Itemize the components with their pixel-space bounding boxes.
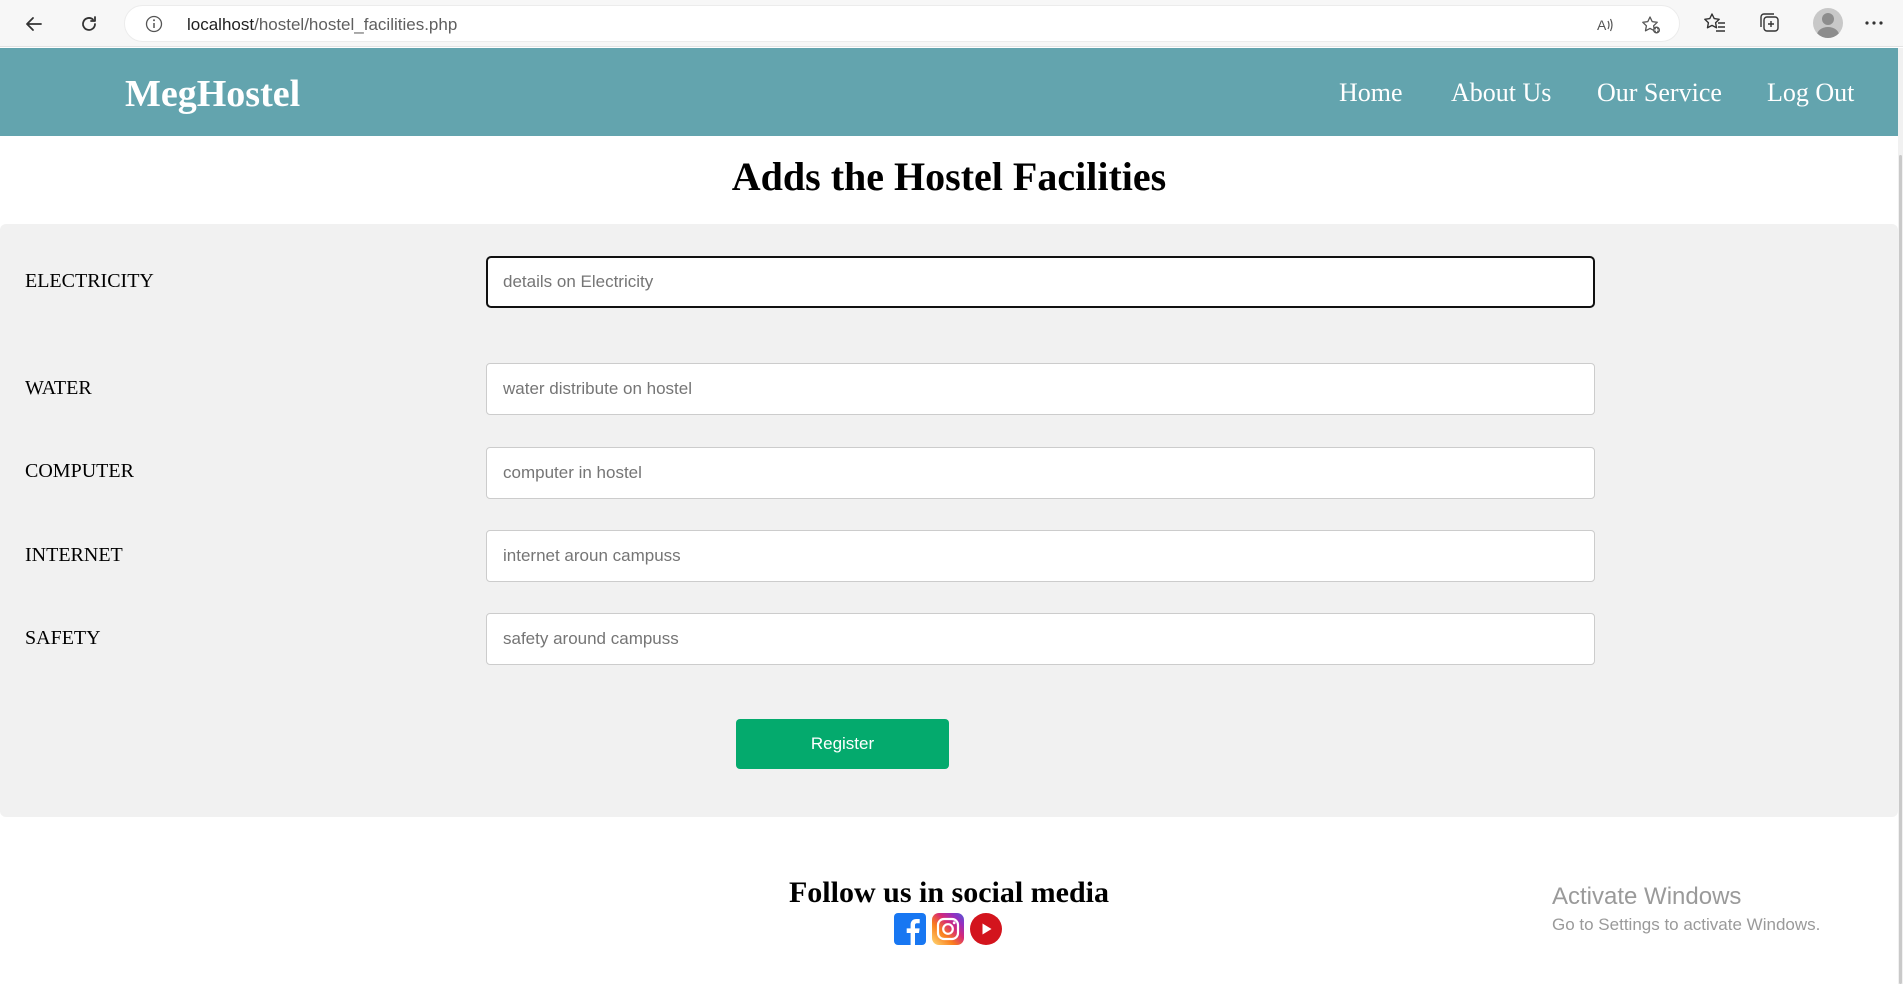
computer-label: COMPUTER (25, 460, 134, 482)
site-header: MegHostel Home About Us Our Service Log … (0, 48, 1898, 136)
safety-input[interactable] (486, 613, 1595, 665)
computer-input[interactable] (486, 447, 1595, 499)
internet-label: INTERNET (25, 544, 123, 566)
nav-our-service[interactable]: Our Service (1597, 78, 1722, 108)
electricity-input[interactable] (486, 256, 1595, 308)
refresh-button[interactable] (73, 8, 105, 40)
browser-toolbar: localhost/hostel/hostel_facilities.php A (0, 0, 1903, 47)
scrollbar-thumb[interactable] (1899, 155, 1902, 984)
back-arrow-icon (26, 17, 42, 31)
nav-home[interactable]: Home (1339, 78, 1403, 108)
profile-avatar[interactable] (1813, 8, 1843, 38)
youtube-icon[interactable] (970, 913, 1002, 945)
collections-icon[interactable] (1758, 11, 1782, 35)
facilities-form (0, 224, 1898, 817)
more-options-icon[interactable] (1862, 11, 1886, 35)
read-aloud-icon[interactable]: A (1595, 15, 1615, 35)
activate-windows-watermark: Activate Windows Go to Settings to activ… (1552, 883, 1820, 935)
nav-about-us[interactable]: About Us (1451, 78, 1551, 108)
water-label: WATER (25, 377, 92, 399)
electricity-label: ELECTRICITY (25, 270, 154, 292)
safety-label: SAFETY (25, 627, 101, 649)
water-input[interactable] (486, 363, 1595, 415)
favorites-icon[interactable] (1703, 11, 1727, 35)
page-title: Adds the Hostel Facilities (731, 154, 1167, 199)
site-info-icon[interactable] (145, 15, 163, 33)
url-host: localhost (187, 15, 255, 34)
refresh-icon (82, 16, 96, 31)
address-bar[interactable]: localhost/hostel/hostel_facilities.php A (124, 5, 1680, 42)
instagram-icon[interactable] (932, 913, 964, 945)
facebook-icon[interactable] (894, 913, 926, 945)
activate-windows-title: Activate Windows (1552, 883, 1742, 910)
register-button[interactable]: Register (736, 719, 949, 769)
add-favorite-icon[interactable] (1641, 15, 1661, 35)
activate-windows-subtitle: Go to Settings to activate Windows. (1552, 915, 1821, 934)
brand-logo[interactable]: MegHostel (125, 72, 300, 116)
nav-log-out[interactable]: Log Out (1767, 78, 1854, 108)
url-text[interactable]: localhost/hostel/hostel_facilities.php (187, 15, 457, 35)
back-button[interactable] (18, 8, 50, 40)
svg-text:A: A (1597, 17, 1607, 33)
internet-input[interactable] (486, 530, 1595, 582)
url-path: /hostel/hostel_facilities.php (254, 15, 458, 34)
